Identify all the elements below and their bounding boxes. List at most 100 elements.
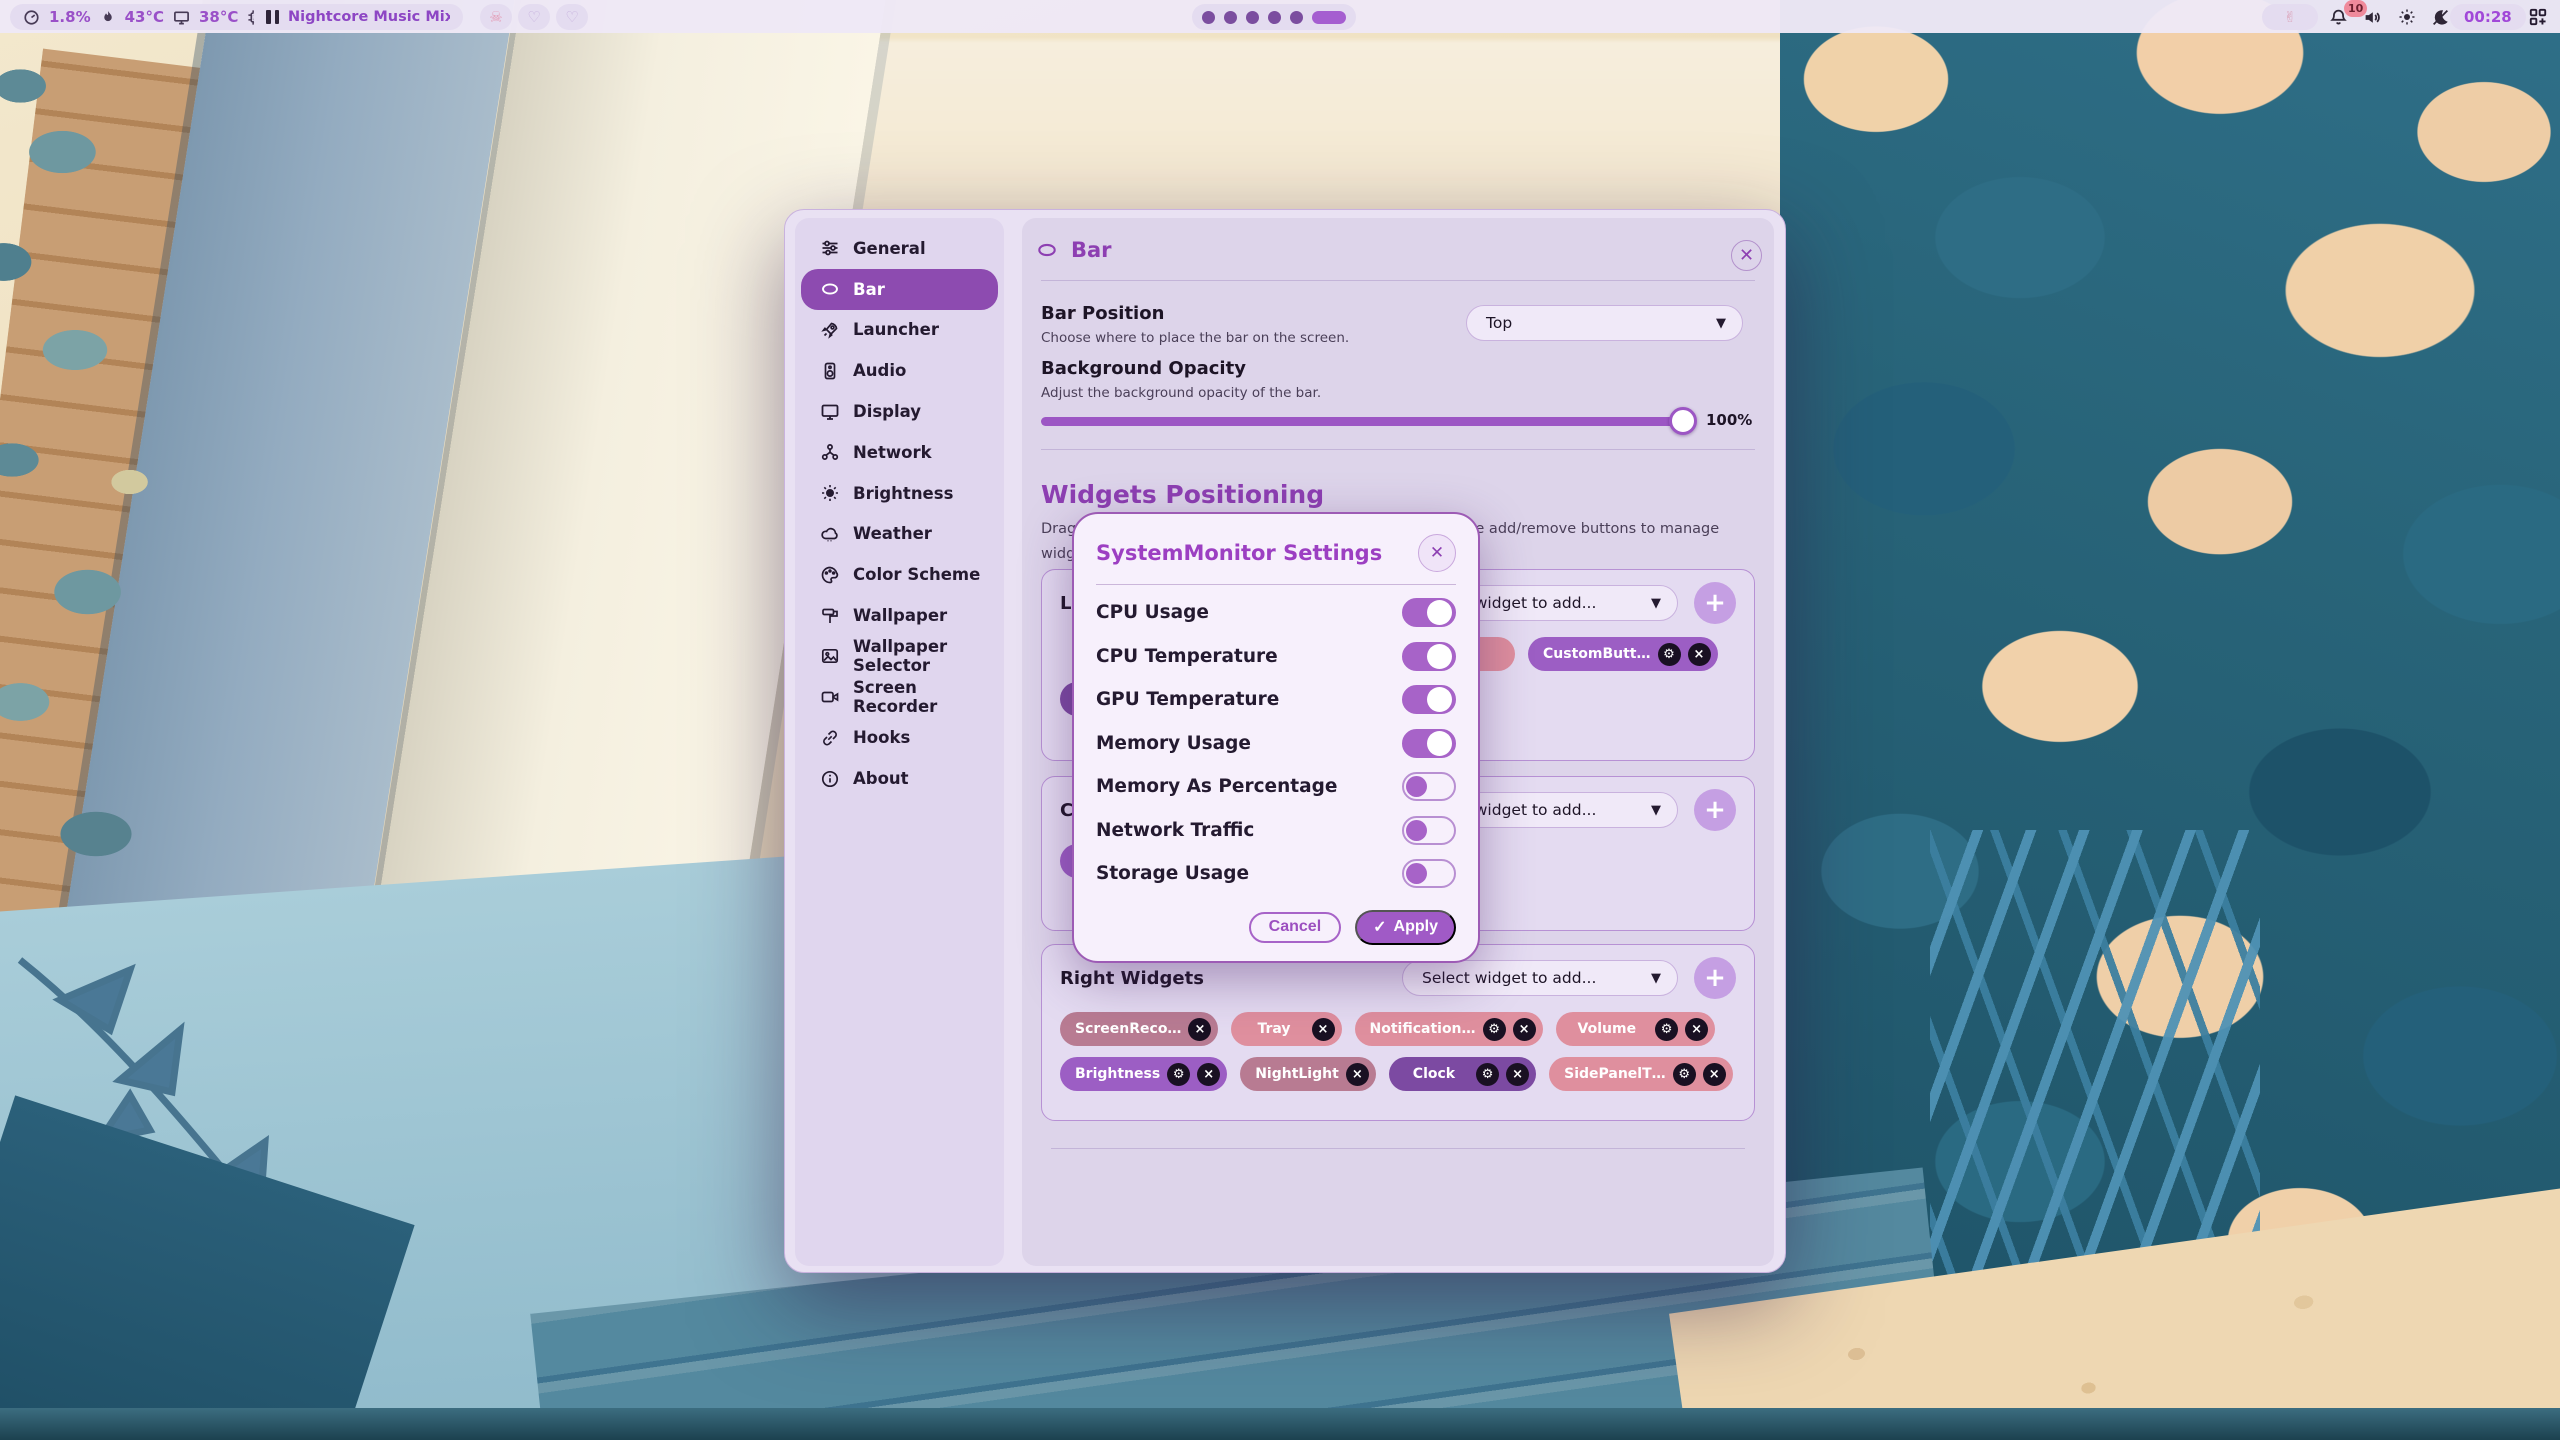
sidebar-item-brightness[interactable]: Brightness — [801, 473, 998, 514]
clock[interactable]: 00:28 — [2450, 4, 2526, 30]
sidebar-item-network[interactable]: Network — [801, 432, 998, 473]
chip-remove-button[interactable]: × — [1188, 1018, 1211, 1041]
widget-chip-screenrecorder[interactable]: ScreenReco… × — [1060, 1012, 1218, 1046]
widget-chip-custombutton[interactable]: CustomButt… ⚙ × — [1528, 637, 1718, 671]
info-icon — [820, 769, 840, 789]
workspace-dot[interactable] — [1268, 11, 1281, 24]
bar-position-description: Choose where to place the bar on the scr… — [1041, 330, 1349, 346]
close-icon: × — [1352, 1067, 1363, 1082]
gear-icon: ⚙ — [1678, 1067, 1690, 1082]
dashboard-button[interactable] — [2524, 4, 2552, 30]
media-player[interactable]: Nightcore Music Mix 20… — [253, 4, 463, 30]
chevron-down-icon: ▼ — [1651, 803, 1661, 818]
window-close-button[interactable]: ✕ — [1731, 240, 1762, 271]
gesture-button[interactable]: ✌ — [2262, 4, 2318, 30]
network-traffic-toggle[interactable] — [1402, 816, 1456, 845]
chip-settings-button[interactable]: ⚙ — [1673, 1063, 1696, 1086]
cloud-icon — [820, 524, 840, 544]
panel-title-row: Bar — [1036, 238, 1112, 262]
chip-settings-button[interactable]: ⚙ — [1167, 1063, 1190, 1086]
pause-icon — [266, 10, 279, 24]
toggle-row-cpu-usage: CPU Usage — [1096, 591, 1456, 635]
chip-settings-button[interactable]: ⚙ — [1483, 1018, 1506, 1041]
chip-settings-button[interactable]: ⚙ — [1655, 1018, 1678, 1041]
chip-remove-button[interactable]: × — [1312, 1018, 1335, 1041]
chevron-down-icon: ▼ — [1651, 971, 1661, 986]
left-widget-add-button[interactable]: + — [1694, 582, 1736, 624]
right-widget-add-dropdown[interactable]: Select widget to add... ▼ — [1402, 960, 1678, 996]
sidebar-item-bar[interactable]: Bar — [801, 269, 998, 310]
center-widget-add-button[interactable]: + — [1694, 789, 1736, 831]
video-camera-icon — [820, 687, 840, 707]
workspace-active[interactable] — [1312, 11, 1346, 24]
skull-icon: ☠ — [489, 8, 502, 26]
memory-as-percentage-toggle[interactable] — [1402, 772, 1456, 801]
network-nodes-icon — [820, 442, 840, 462]
workspace-dot[interactable] — [1290, 11, 1303, 24]
palette-icon — [820, 565, 840, 585]
chip-remove-button[interactable]: × — [1506, 1063, 1529, 1086]
sidebar-item-color-scheme[interactable]: Color Scheme — [801, 554, 998, 595]
cpu-temperature-toggle[interactable] — [1402, 642, 1456, 671]
sidebar-item-screen-recorder[interactable]: Screen Recorder — [801, 677, 998, 718]
slider-handle[interactable] — [1669, 407, 1697, 435]
gear-icon: ⚙ — [1661, 1022, 1673, 1037]
desktop: 1.8% 43°C 38°C 9.7G Nightcore Music Mix … — [0, 0, 2560, 1440]
chip-label: NightLight — [1255, 1066, 1339, 1082]
widget-chip-nightlight[interactable]: NightLight × — [1240, 1057, 1376, 1091]
widget-chip-sidepanel[interactable]: SidePanelT… ⚙ × — [1549, 1057, 1733, 1091]
chip-settings-button[interactable]: ⚙ — [1658, 643, 1681, 666]
hand-gesture-icon: ✌ — [2284, 8, 2297, 26]
widget-chip-notifications[interactable]: Notification… ⚙ × — [1355, 1012, 1543, 1046]
sidebar-item-weather[interactable]: Weather — [801, 514, 998, 555]
chip-remove-button[interactable]: × — [1513, 1018, 1536, 1041]
right-widget-add-button[interactable]: + — [1694, 957, 1736, 999]
chip-label: Volume — [1578, 1021, 1637, 1037]
sidebar-item-launcher[interactable]: Launcher — [801, 310, 998, 351]
apply-button[interactable]: ✓ Apply — [1355, 910, 1456, 945]
divider — [1041, 449, 1755, 450]
cancel-button[interactable]: Cancel — [1249, 912, 1341, 943]
modal-close-button[interactable]: ✕ — [1418, 534, 1456, 572]
skull-button[interactable]: ☠ — [480, 4, 512, 30]
chip-remove-button[interactable]: × — [1688, 643, 1711, 666]
sidebar-item-wallpaper-selector[interactable]: Wallpaper Selector — [801, 636, 998, 677]
widget-chip-volume[interactable]: Volume ⚙ × — [1556, 1012, 1716, 1046]
sidebar-item-label: Screen Recorder — [853, 678, 998, 716]
widget-chip-clock[interactable]: Clock ⚙ × — [1389, 1057, 1536, 1091]
sidebar-item-wallpaper[interactable]: Wallpaper — [801, 595, 998, 636]
settings-sidebar: General Bar Launcher Audio Display Netwo… — [795, 218, 1004, 1266]
storage-usage-toggle[interactable] — [1402, 859, 1456, 888]
chip-remove-button[interactable]: × — [1346, 1063, 1369, 1086]
chip-remove-button[interactable]: × — [1703, 1063, 1726, 1086]
workspace-indicator[interactable] — [1192, 4, 1356, 30]
sidebar-item-audio[interactable]: Audio — [801, 350, 998, 391]
cpu-usage-toggle[interactable] — [1402, 598, 1456, 627]
slider-track[interactable] — [1041, 417, 1683, 426]
toggle-knob — [1427, 731, 1452, 756]
background-opacity-slider[interactable] — [1041, 407, 1691, 435]
bar-position-value: Top — [1486, 314, 1512, 332]
workspace-dot[interactable] — [1246, 11, 1259, 24]
chip-settings-button[interactable]: ⚙ — [1476, 1063, 1499, 1086]
bar-position-dropdown[interactable]: Top ▼ — [1466, 305, 1743, 341]
chip-label: CustomButt… — [1543, 646, 1651, 662]
memory-usage-toggle[interactable] — [1402, 729, 1456, 758]
widget-chip-tray[interactable]: Tray × — [1231, 1012, 1341, 1046]
sidebar-item-general[interactable]: General — [801, 228, 998, 269]
workspace-dot[interactable] — [1202, 11, 1215, 24]
chip-label: Tray — [1257, 1021, 1290, 1037]
sidebar-item-about[interactable]: About — [801, 758, 998, 799]
heart-button-2[interactable]: ♡ — [556, 4, 588, 30]
gpu-temperature-toggle[interactable] — [1402, 685, 1456, 714]
widget-chip-brightness[interactable]: Brightness ⚙ × — [1060, 1057, 1227, 1091]
close-icon: × — [1519, 1022, 1530, 1037]
sidebar-item-hooks[interactable]: Hooks — [801, 718, 998, 759]
chip-remove-button[interactable]: × — [1197, 1063, 1220, 1086]
close-icon: × — [1318, 1022, 1329, 1037]
sidebar-item-display[interactable]: Display — [801, 391, 998, 432]
brightness-button[interactable] — [2393, 4, 2421, 30]
heart-button-1[interactable]: ♡ — [518, 4, 550, 30]
chip-remove-button[interactable]: × — [1685, 1018, 1708, 1041]
workspace-dot[interactable] — [1224, 11, 1237, 24]
